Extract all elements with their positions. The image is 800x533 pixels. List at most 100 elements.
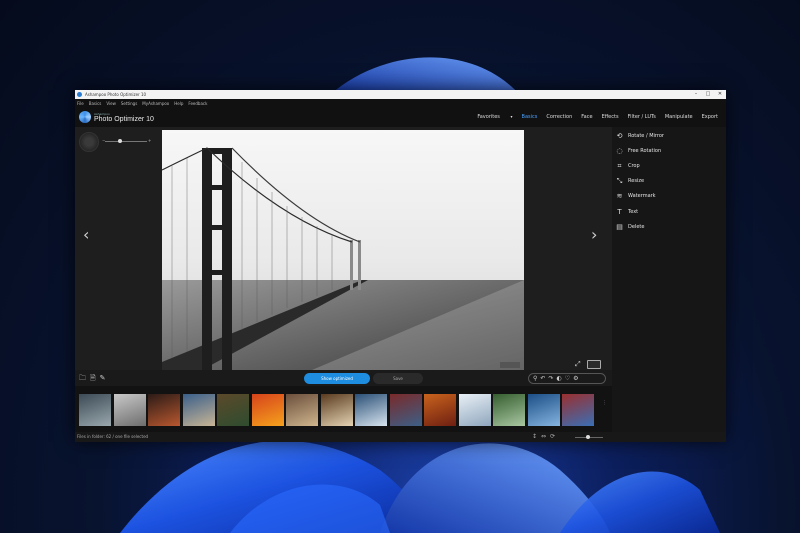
filmstrip: ⋮ <box>75 386 612 432</box>
tools-panel: ⟲ Rotate / Mirror ◌ Free Rotation ⌗ Crop… <box>612 127 726 442</box>
undo-icon[interactable]: ↶ <box>540 375 545 382</box>
menu-settings[interactable]: Settings <box>121 101 137 106</box>
crop-icon: ⌗ <box>617 161 622 170</box>
filmstrip-thumbnail[interactable] <box>562 394 594 426</box>
zoom-slider-handle[interactable] <box>117 139 122 143</box>
more-icon[interactable]: ⋮ <box>602 400 607 414</box>
watermark-icon: ≋ <box>616 191 623 200</box>
magic-wand-icon[interactable]: ✎ <box>100 374 106 385</box>
resize-icon: ⤡ <box>616 176 623 185</box>
close-icon[interactable]: ✕ <box>714 90 726 99</box>
tab-correction[interactable]: Correction <box>546 114 572 120</box>
menu-feedback[interactable]: Feedback <box>188 101 207 106</box>
tool-free-rotation[interactable]: ◌ Free Rotation <box>612 144 726 158</box>
menu-help[interactable]: Help <box>174 101 183 106</box>
file-actions: 🗀 🗎 ✎ <box>79 374 110 385</box>
filmstrip-thumbnail[interactable] <box>389 394 422 426</box>
gear-icon[interactable]: ⚙ <box>573 375 578 382</box>
tool-label: Watermark <box>628 193 656 199</box>
module-tabs: Favorites ▾ Basics Correction Face Effec… <box>459 114 718 120</box>
filmstrip-thumbnail[interactable] <box>286 394 318 426</box>
tool-label: Resize <box>628 178 645 184</box>
tab-favorites-label: Favorites <box>477 114 500 120</box>
tab-face[interactable]: Face <box>581 114 592 120</box>
quick-filter-group: ⚲ ↶ ↷ ◐ ♡ ⚙ <box>528 373 606 384</box>
compare-icon[interactable]: ◐ <box>556 375 561 382</box>
menu-bar: File Basics View Settings MyAshampoo Hel… <box>75 99 726 107</box>
status-text: Files in folder: 62 / one file selected <box>77 434 149 439</box>
tab-basics[interactable]: Basics <box>522 114 538 120</box>
tab-favorites[interactable]: Favorites ▾ <box>468 114 512 120</box>
minimize-icon[interactable]: – <box>690 90 702 99</box>
save-button[interactable]: Save <box>373 373 423 384</box>
app-header: Ashampoo Photo Optimizer 10 Favorites ▾ … <box>75 107 726 127</box>
filmstrip-thumbnail[interactable] <box>355 394 387 426</box>
status-icons: ↕ ⇔ ⟳ <box>532 433 559 440</box>
brand-name: Photo Optimizer 10 <box>94 115 154 123</box>
filmstrip-thumbnail[interactable] <box>113 394 146 426</box>
tool-delete[interactable]: ▤ Delete <box>612 220 726 234</box>
filmstrip-thumbnail[interactable] <box>320 394 353 426</box>
status-bar: Files in folder: 62 / one file selected … <box>75 432 726 442</box>
tool-crop[interactable]: ⌗ Crop <box>612 159 726 173</box>
tab-manipulate[interactable]: Manipulate <box>665 114 693 120</box>
filmstrip-thumbnail[interactable] <box>493 394 525 426</box>
sort-icon[interactable]: ↕ <box>532 433 537 440</box>
text-icon: T <box>617 207 622 216</box>
heart-icon[interactable]: ♡ <box>565 375 570 382</box>
filmstrip-thumbnail[interactable] <box>79 394 111 426</box>
tool-text[interactable]: T Text <box>612 205 726 219</box>
title-bar: Ashampoo Photo Optimizer 10 – □ ✕ <box>75 90 726 99</box>
tab-effects[interactable]: Effects <box>602 114 619 120</box>
menu-myashampoo[interactable]: MyAshampoo <box>142 101 169 106</box>
filmstrip-thumbnail[interactable] <box>424 394 456 426</box>
view-mode-buttons: ⤢ <box>569 360 601 369</box>
tab-export[interactable]: Export <box>702 114 718 120</box>
filmstrip-thumbnail[interactable] <box>182 394 215 426</box>
previous-image-icon[interactable]: ‹ <box>83 225 89 244</box>
tool-label: Free Rotation <box>628 148 662 154</box>
show-optimized-button[interactable]: Show optimized <box>304 373 370 384</box>
tool-label: Crop <box>628 163 640 169</box>
app-icon <box>77 92 82 97</box>
rotate-icon: ⟲ <box>616 131 623 140</box>
fullscreen-icon[interactable]: ⤢ <box>575 360 581 369</box>
link-icon[interactable]: ⇔ <box>541 433 546 440</box>
open-folder-icon[interactable]: 🗀 <box>79 374 86 385</box>
redo-icon[interactable]: ↷ <box>548 375 553 382</box>
navigator-dial[interactable] <box>79 132 99 152</box>
tool-watermark[interactable]: ≋ Watermark <box>612 189 726 203</box>
photo-preview <box>162 130 524 370</box>
filmstrip-thumbnail[interactable] <box>148 394 180 426</box>
delete-icon: ▤ <box>616 222 623 231</box>
free-rotation-icon: ◌ <box>616 146 623 155</box>
tool-label: Text <box>628 209 639 215</box>
tool-label: Rotate / Mirror <box>628 133 664 139</box>
menu-view[interactable]: View <box>106 101 116 106</box>
menu-basics[interactable]: Basics <box>89 101 102 106</box>
menu-file[interactable]: File <box>77 101 84 106</box>
tool-resize[interactable]: ⤡ Resize <box>612 174 726 188</box>
thumbnail-size-handle[interactable] <box>586 435 590 439</box>
refresh-icon[interactable]: ⟳ <box>550 433 555 440</box>
zoom-slider-track[interactable] <box>105 141 147 142</box>
tool-label: Delete <box>628 224 645 230</box>
filmstrip-thumbnail[interactable] <box>527 394 560 426</box>
filmstrip-thumbnail[interactable] <box>458 394 491 426</box>
bridge-photo <box>162 130 524 370</box>
window-controls: – □ ✕ <box>690 90 726 99</box>
action-bar: 🗀 🗎 ✎ Show optimized Save ⚲ ↶ ↷ ◐ ♡ ⚙ <box>75 370 612 386</box>
filmstrip-thumbnail[interactable] <box>217 394 249 426</box>
zoom-in-icon[interactable]: + <box>148 138 151 143</box>
chevron-down-icon: ▾ <box>510 114 513 119</box>
next-image-icon[interactable]: › <box>591 225 597 244</box>
monitor-icon[interactable] <box>586 360 601 369</box>
file-icon[interactable]: 🗎 <box>90 374 96 385</box>
tool-rotate-mirror[interactable]: ⟲ Rotate / Mirror <box>612 129 726 143</box>
app-logo-icon <box>79 111 91 123</box>
filmstrip-thumbnail[interactable] <box>251 394 284 426</box>
tab-filter-luts[interactable]: Filter / LUTs <box>628 114 656 120</box>
maximize-icon[interactable]: □ <box>702 90 714 99</box>
auto-optimize-icon[interactable]: ⚲ <box>533 375 537 382</box>
brand: Ashampoo Photo Optimizer 10 <box>94 112 154 123</box>
